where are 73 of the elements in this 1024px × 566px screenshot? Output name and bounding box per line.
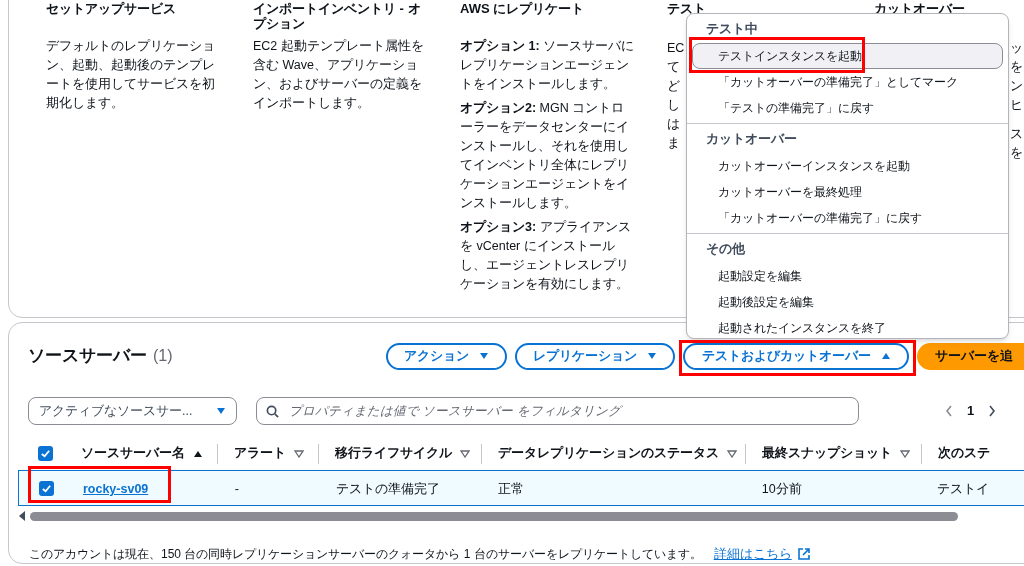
checkbox[interactable]: [38, 446, 53, 461]
description-text: オプション2: MGN コントローラーをデータセンターにインストールし、それを使用してインベントリ全体にレプリケーションエージェントをインストールします。: [460, 100, 630, 212]
table-cell: 正常: [498, 482, 525, 496]
text-fragment: ど: [667, 78, 680, 95]
table-cell: 10分前: [761, 482, 802, 496]
menu-item[interactable]: 「カットオーバーの準備完了」としてマーク: [692, 69, 1003, 95]
external-link-icon: [797, 548, 810, 561]
section-title: ソースサーバー: [28, 345, 147, 368]
text-fragment: を: [1010, 145, 1023, 162]
scrollbar-thumb[interactable]: [30, 511, 958, 521]
caret-icon: [647, 352, 657, 360]
menu-section-heading: カットオーバー: [705, 131, 798, 149]
column-heading: インポートインベントリ - オプション: [253, 1, 422, 33]
description-text: オプション 1: ソースサーバにレプリケーションエージェントをインストールします。: [460, 38, 636, 93]
menu-item[interactable]: 起動設定を編集: [692, 263, 1003, 289]
caret-icon: [216, 407, 226, 415]
table-row[interactable]: rocky-sv09 - テストの準備完了 正常 10分前 テストイ: [18, 470, 1024, 506]
menu-section-heading: その他: [705, 241, 746, 259]
checkmark-icon: [41, 482, 52, 494]
server-link[interactable]: rocky-sv09: [82, 482, 149, 496]
search-icon: [266, 405, 279, 418]
menu-item[interactable]: 「テストの準備完了」に戻す: [692, 95, 1003, 121]
search-field[interactable]: プロパティまたは値で ソースサーバー をフィルタリング: [256, 397, 859, 425]
column-header[interactable]: 移行ライフサイクル: [335, 444, 453, 463]
menu-item[interactable]: 「カットオーバーの準備完了」に戻す: [692, 205, 1003, 231]
menu-item[interactable]: カットオーバーインスタンスを起動: [692, 153, 1003, 179]
description-text: デフォルトのレプリケーション、起動、起動後のテンプレートを使用してサービスを初期化します。: [46, 38, 216, 112]
next-page-icon[interactable]: [988, 405, 997, 417]
table-cell: テストの準備完了: [335, 482, 440, 496]
menu-item[interactable]: 起動されたインスタンスを終了: [692, 315, 1003, 341]
column-header[interactable]: 次のステ: [937, 444, 990, 463]
text-fragment: し: [667, 97, 680, 114]
menu-section-heading: テスト中: [705, 21, 759, 39]
dropdown-button[interactable]: アクション: [386, 342, 507, 370]
page-number[interactable]: 1: [967, 401, 975, 421]
column-header[interactable]: ソースサーバー名: [81, 444, 186, 463]
menu-item[interactable]: 起動後設定を編集: [692, 289, 1003, 315]
text-fragment: ン: [1010, 78, 1023, 95]
sort-icon[interactable]: [294, 449, 305, 458]
text-fragment: は: [667, 116, 680, 133]
text-fragment: ッ: [1010, 40, 1023, 57]
column-heading: AWS にレプリケート: [460, 1, 585, 18]
column-header[interactable]: アラート: [234, 444, 287, 463]
checkmark-icon: [40, 448, 51, 459]
add-server-button[interactable]: サーバーを追: [917, 342, 1024, 370]
previous-page-icon[interactable]: [945, 405, 953, 417]
column-header[interactable]: データレプリケーションのステータス: [497, 444, 719, 463]
sort-icon[interactable]: [460, 449, 471, 458]
column-heading: セットアップサービス: [46, 1, 176, 18]
filter-dropdown[interactable]: アクティブなソースサー...: [28, 397, 237, 425]
dropdown-button[interactable]: テストおよびカットオーバー: [683, 342, 909, 370]
sort-icon[interactable]: [726, 449, 737, 458]
table-cell: テストイ: [936, 482, 989, 496]
scroll-left-icon[interactable]: [18, 511, 26, 521]
dropdown-button[interactable]: レプリケーション: [515, 342, 675, 370]
text-fragment: て: [667, 59, 680, 76]
menu-item[interactable]: テストインスタンスを起動: [692, 43, 1003, 69]
caret-icon: [880, 352, 891, 360]
table-cell: -: [234, 482, 239, 496]
caret-icon: [479, 352, 489, 360]
description-text: EC2 起動テンプレート属性を含む Wave、アプリケーション、およびサーバーの定義をインポートします。: [253, 38, 425, 112]
footer-text: このアカウントは現在、150 台の同時レプリケーションサーバーのクォータから 1 台のサーバーをレプリケートしています。: [29, 546, 702, 563]
column-header[interactable]: 最終スナップショット: [762, 444, 893, 463]
item-count: (1): [153, 346, 173, 367]
sort-icon[interactable]: [900, 449, 911, 458]
menu-item[interactable]: カットオーバーを最終処理: [692, 179, 1003, 205]
text-fragment: ま: [667, 135, 680, 152]
checkbox[interactable]: [39, 480, 54, 496]
text-fragment: EC: [667, 40, 685, 57]
description-text: オプション3: アプライアンスを vCenter にインストールし、エージェントレスレプリケーションを有効にします。: [460, 219, 632, 293]
text-fragment: ヒ: [1010, 97, 1023, 114]
text-fragment: ス: [1010, 126, 1023, 143]
text-fragment: を: [1010, 59, 1023, 76]
